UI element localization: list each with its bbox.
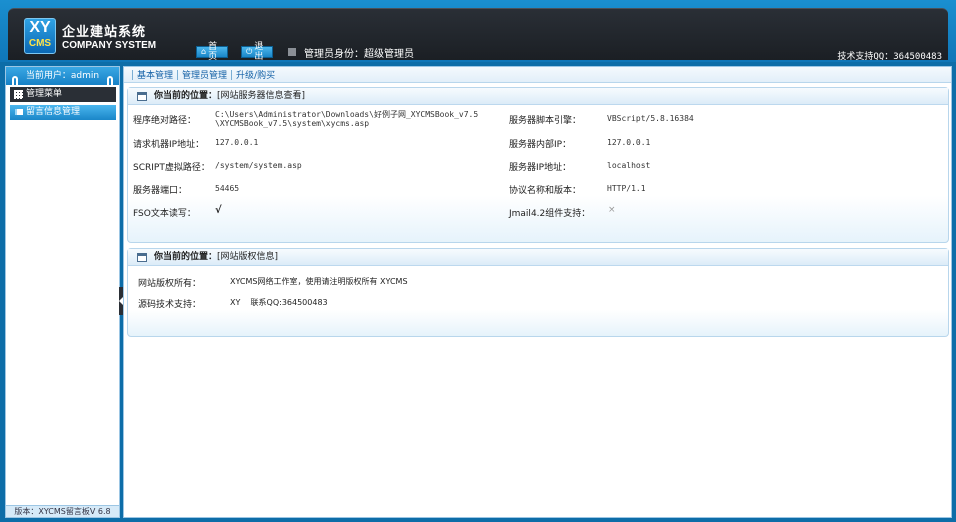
header-bar: XY CMS 企业建站系统 COMPANY SYSTEM ⌂ 首页 ⏻ 退出 管… bbox=[0, 0, 956, 62]
info-value: 127.0.0.1 bbox=[215, 138, 259, 147]
location-label: 你当前的位置： bbox=[154, 252, 218, 262]
info-value: HTTP/1.1 bbox=[607, 184, 646, 193]
nav-divider bbox=[231, 69, 233, 80]
info-value: 54465 bbox=[215, 184, 240, 193]
home-icon: ⌂ bbox=[201, 47, 207, 56]
info-label: 源码技术支持： bbox=[138, 300, 202, 310]
hanger-right-icon bbox=[107, 76, 113, 85]
info-label: 协议名称和版本： bbox=[509, 186, 582, 196]
nav-basic-management[interactable]: 基本管理 bbox=[137, 68, 173, 81]
nav-upgrade-buy[interactable]: 升级/购买 bbox=[236, 68, 275, 81]
home-label: 首页 bbox=[208, 42, 218, 62]
window-icon bbox=[137, 92, 147, 101]
check-icon: √ bbox=[215, 205, 222, 216]
server-info-panel: 你当前的位置：[网站服务器信息查看] 程序绝对路径： C:\Users\Admi… bbox=[127, 87, 949, 243]
nav-divider bbox=[132, 69, 133, 80]
location-value: [网站版权信息] bbox=[217, 252, 279, 262]
support-text: 技术支持QQ：364500483 bbox=[837, 52, 942, 62]
info-value: XY 联系QQ:364500483 bbox=[230, 298, 328, 307]
location-value: [网站服务器信息查看] bbox=[217, 91, 306, 101]
info-value: /system/system.asp bbox=[215, 161, 302, 170]
info-label: 服务器IP地址： bbox=[509, 163, 572, 173]
home-button[interactable]: ⌂ 首页 bbox=[196, 42, 228, 62]
info-value: 127.0.0.1 bbox=[607, 138, 651, 147]
info-label: Jmail4.2组件支持： bbox=[509, 209, 591, 219]
logout-label: 退出 bbox=[254, 42, 264, 62]
panel-header: 你当前的位置：[网站版权信息] bbox=[128, 249, 948, 266]
info-label: 请求机器IP地址： bbox=[133, 140, 205, 150]
info-label: 网站版权所有： bbox=[138, 279, 202, 289]
menu-title-label: 管理菜单 bbox=[26, 89, 63, 99]
sidebar-item-label: 留言信息管理 bbox=[26, 107, 81, 117]
info-label: 程序绝对路径： bbox=[133, 116, 197, 126]
copyright-panel: 你当前的位置：[网站版权信息] 网站版权所有： XYCMS网络工作室，使用请注明… bbox=[127, 248, 949, 337]
info-value: \XYCMSBook_v7.5\system\xycms.asp bbox=[215, 119, 370, 128]
info-label: 服务器脚本引擎： bbox=[509, 116, 582, 126]
panel-header: 你当前的位置：[网站服务器信息查看] bbox=[128, 88, 948, 105]
info-label: 服务器内部IP： bbox=[509, 140, 572, 150]
admin-square-icon bbox=[288, 48, 296, 56]
info-value: XYCMS网络工作室，使用请注明版权所有 XYCMS bbox=[230, 277, 408, 286]
nav-divider bbox=[177, 69, 179, 80]
sidebar: 当前用户：admin 管理菜单 留言信息管理 版本：XYCMS留言板V 6.8 bbox=[5, 66, 120, 518]
brand-name-en: COMPANY SYSTEM bbox=[62, 40, 157, 51]
header-inner bbox=[8, 8, 948, 60]
version-text: 版本：XYCMS留言板V 6.8 bbox=[6, 505, 119, 517]
logo: XY CMS bbox=[24, 18, 56, 54]
nav-admin-management[interactable]: 管理员管理 bbox=[182, 68, 227, 81]
hanger-left-icon bbox=[12, 76, 18, 85]
info-label: 服务器端口： bbox=[133, 186, 188, 196]
list-icon bbox=[15, 109, 23, 115]
logout-button[interactable]: ⏻ 退出 bbox=[241, 42, 273, 62]
logo-top-text: XY bbox=[29, 19, 51, 36]
current-user-bar: 当前用户：admin bbox=[6, 67, 119, 85]
power-icon: ⏻ bbox=[246, 47, 253, 56]
main-content: 基本管理 管理员管理 升级/购买 你当前的位置：[网站服务器信息查看] 程序绝对… bbox=[123, 66, 952, 518]
info-value: localhost bbox=[607, 161, 651, 170]
window-icon bbox=[137, 253, 147, 262]
admin-identity: 管理员身份：超级管理员 bbox=[304, 49, 414, 60]
current-user-text: 当前用户：admin bbox=[25, 71, 100, 81]
cross-icon: × bbox=[608, 205, 616, 215]
info-label: SCRIPT虚拟路径： bbox=[133, 163, 210, 173]
menu-title: 管理菜单 bbox=[10, 87, 116, 102]
location-label: 你当前的位置： bbox=[154, 91, 218, 101]
info-label: FSO文本读写： bbox=[133, 209, 196, 219]
top-nav: 基本管理 管理员管理 升级/购买 bbox=[124, 67, 951, 83]
info-value: VBScript/5.8.16384 bbox=[607, 114, 694, 123]
grid-icon bbox=[14, 90, 23, 99]
brand-name-cn: 企业建站系统 bbox=[62, 25, 147, 40]
logo-bottom-text: CMS bbox=[28, 38, 52, 49]
sidebar-item-message-management[interactable]: 留言信息管理 bbox=[10, 105, 116, 120]
